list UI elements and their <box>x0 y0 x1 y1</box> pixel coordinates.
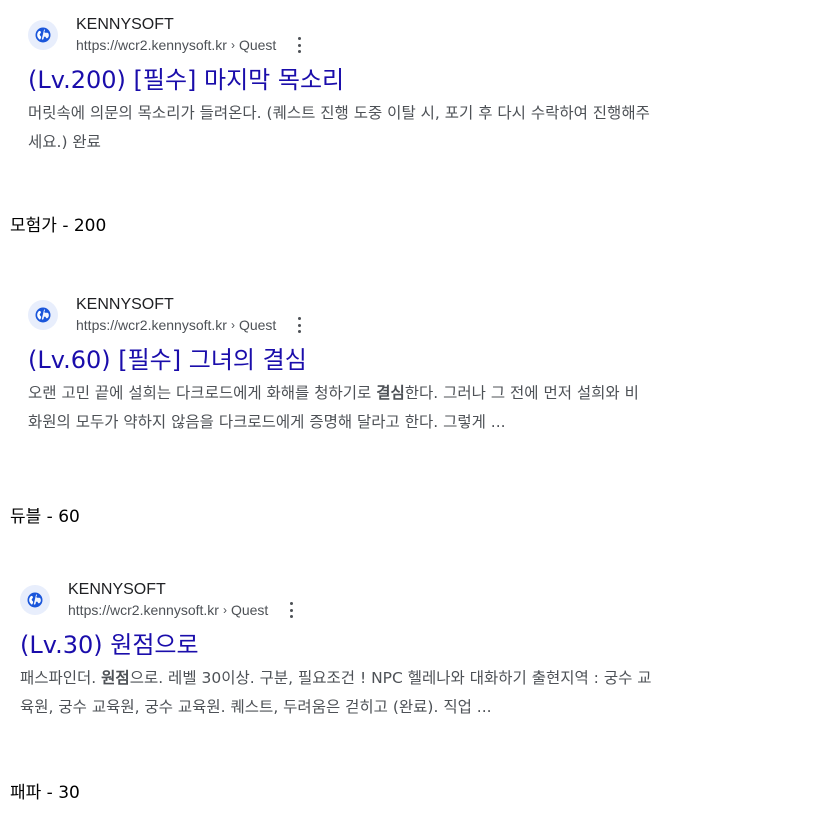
caption-label: 모험가 - 200 <box>10 216 107 236</box>
result-source[interactable]: KENNYSOFT https://wcr2.kennysoft.kr › Qu… <box>28 294 798 336</box>
snippet-line: 패스파인더. 원점으로. 레벨 30이상. 구분, 필요조건 ! NPC 헬레나… <box>20 664 800 693</box>
result-snippet: 오랜 고민 끝에 설희는 다크로드에게 화해를 청하기로 결심한다. 그러나 그… <box>28 379 798 437</box>
more-vert-icon[interactable] <box>284 601 298 619</box>
site-name: KENNYSOFT <box>68 581 166 598</box>
snippet-line: 육원, 궁수 교육원, 궁수 교육원. 퀘스트, 두려움은 걷히고 (완료). … <box>20 698 492 716</box>
caption-label: 패파 - 30 <box>10 783 80 803</box>
snippet-text: 오랜 고민 끝에 설희는 다크로드에게 화해를 청하기로 <box>28 384 377 402</box>
snippet-line: 오랜 고민 끝에 설희는 다크로드에게 화해를 청하기로 결심한다. 그러나 그… <box>28 379 798 408</box>
search-result-2: KENNYSOFT https://wcr2.kennysoft.kr › Qu… <box>28 294 798 437</box>
result-snippet: 패스파인더. 원점으로. 레벨 30이상. 구분, 필요조건 ! NPC 헬레나… <box>20 664 800 722</box>
globe-icon <box>20 585 50 615</box>
globe-icon <box>28 20 58 50</box>
result-title-link[interactable]: (Lv.30) 원점으로 <box>20 629 800 661</box>
globe-icon <box>28 300 58 330</box>
snippet-line: 세요.) 완료 <box>28 133 101 151</box>
site-name: KENNYSOFT <box>76 296 174 313</box>
result-url: https://wcr2.kennysoft.kr › Quest <box>76 315 306 335</box>
snippet-line: 머릿속에 의문의 목소리가 들려온다. (퀘스트 진행 도중 이탈 시, 포기 … <box>28 104 650 122</box>
more-vert-icon[interactable] <box>292 316 306 334</box>
result-url: https://wcr2.kennysoft.kr › Quest <box>68 600 298 620</box>
search-result-1: KENNYSOFT https://wcr2.kennysoft.kr › Qu… <box>28 14 798 157</box>
url-base: https://wcr2.kennysoft.kr <box>68 602 219 618</box>
caption-label: 듀블 - 60 <box>10 507 80 527</box>
snippet-line: 화원의 모두가 약하지 않음을 다크로드에게 증명해 달라고 한다. 그렇게 .… <box>28 413 506 431</box>
result-title-link[interactable]: (Lv.60) [필수] 그녀의 결심 <box>28 344 798 376</box>
snippet-text: 한다. 그러나 그 전에 먼저 설희와 비 <box>404 384 639 402</box>
site-name: KENNYSOFT <box>76 16 174 33</box>
result-source[interactable]: KENNYSOFT https://wcr2.kennysoft.kr › Qu… <box>28 14 798 56</box>
url-base: https://wcr2.kennysoft.kr <box>76 37 227 53</box>
search-result-3: KENNYSOFT https://wcr2.kennysoft.kr › Qu… <box>20 579 800 722</box>
url-separator: › <box>230 318 235 332</box>
result-source[interactable]: KENNYSOFT https://wcr2.kennysoft.kr › Qu… <box>20 579 800 621</box>
more-vert-icon[interactable] <box>292 36 306 54</box>
snippet-highlight: 결심 <box>376 384 405 402</box>
url-base: https://wcr2.kennysoft.kr <box>76 317 227 333</box>
result-title-link[interactable]: (Lv.200) [필수] 마지막 목소리 <box>28 64 798 96</box>
result-url: https://wcr2.kennysoft.kr › Quest <box>76 35 306 55</box>
result-snippet: 머릿속에 의문의 목소리가 들려온다. (퀘스트 진행 도중 이탈 시, 포기 … <box>28 99 798 157</box>
url-path: Quest <box>238 37 277 53</box>
snippet-highlight: 원점 <box>101 669 130 687</box>
url-separator: › <box>222 603 227 617</box>
url-path: Quest <box>230 602 269 618</box>
snippet-text: 으로. 레벨 30이상. 구분, 필요조건 ! NPC 헬레나와 대화하기 출현… <box>129 669 652 687</box>
url-path: Quest <box>238 317 277 333</box>
snippet-text: 패스파인더. <box>20 669 102 687</box>
url-separator: › <box>230 38 235 52</box>
